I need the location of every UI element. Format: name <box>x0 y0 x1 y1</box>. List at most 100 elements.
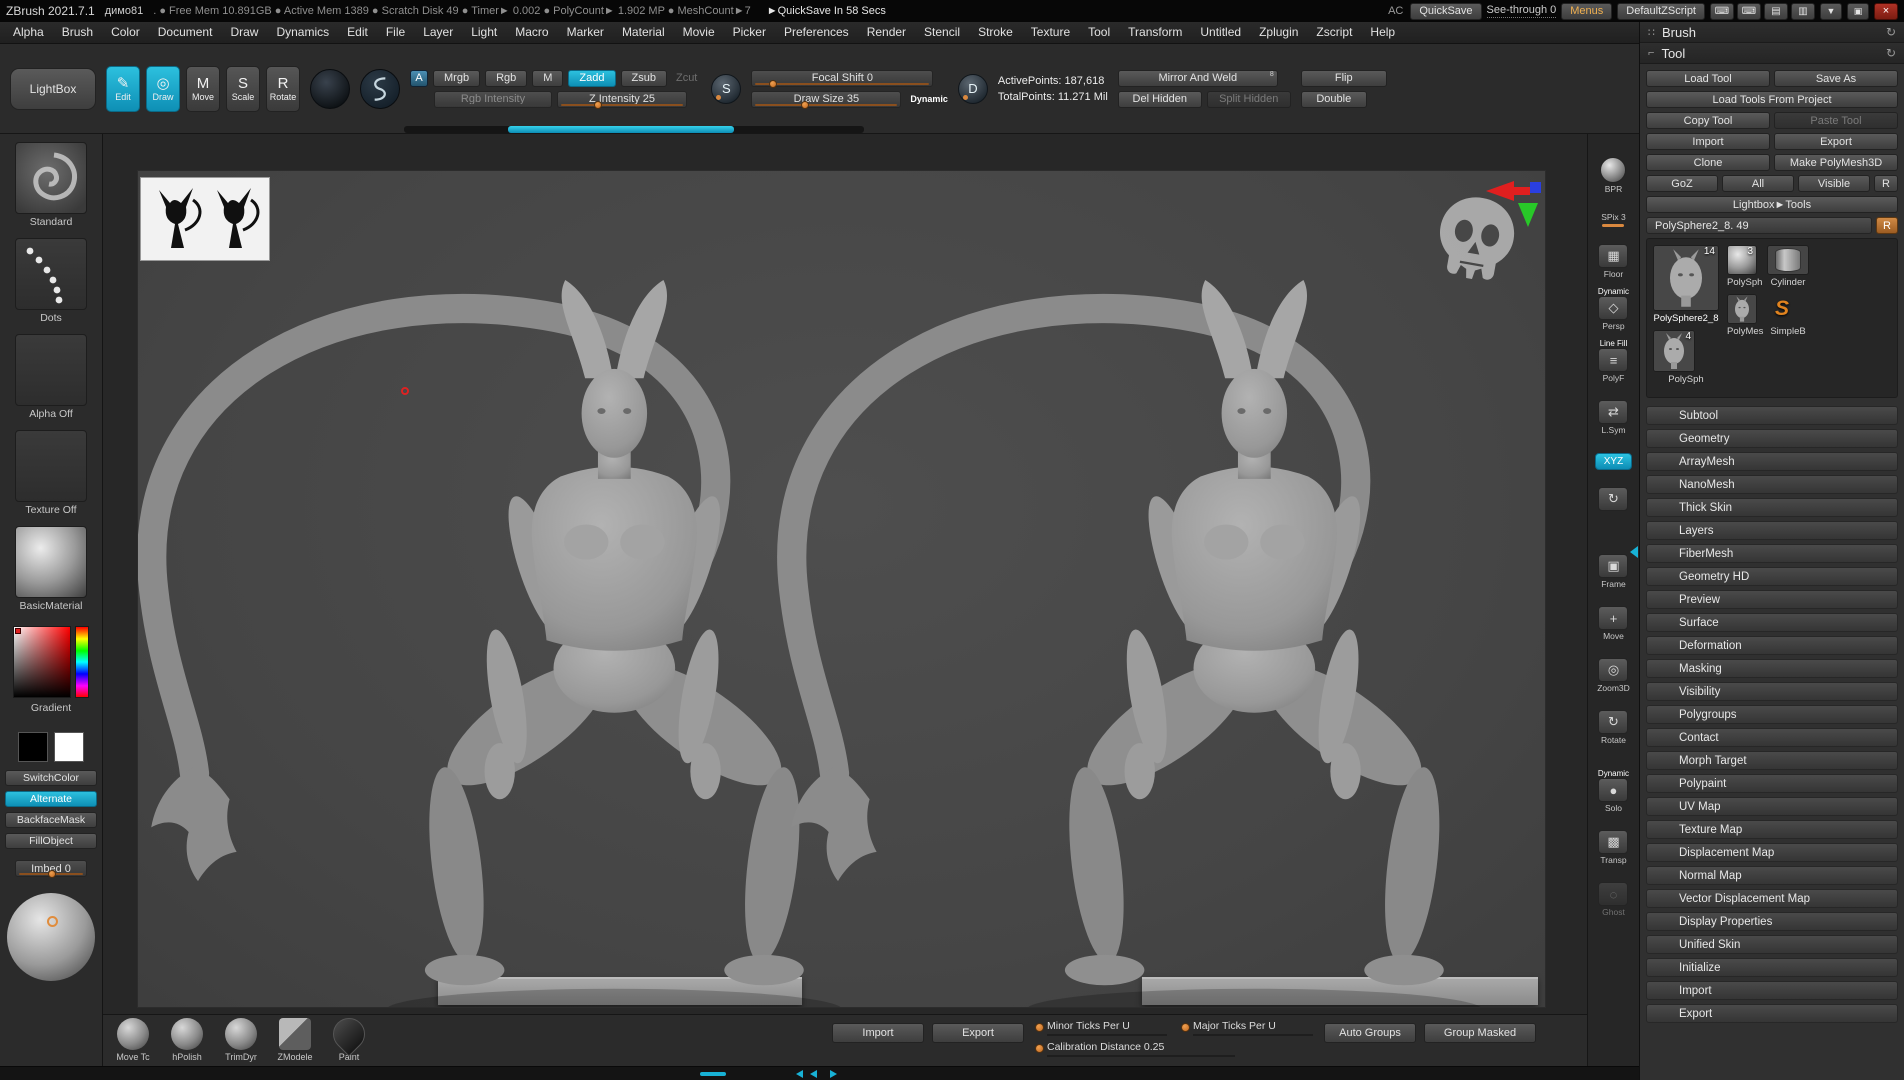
menu-item[interactable]: Light <box>462 22 506 43</box>
minor-ticks-slider[interactable]: Minor Ticks Per U <box>1035 1019 1167 1037</box>
menu-item[interactable]: Draw <box>221 22 267 43</box>
menu-item[interactable]: Color <box>102 22 149 43</box>
color-picker[interactable] <box>13 626 89 698</box>
tray-divider-arrow[interactable] <box>1630 546 1638 558</box>
goz-s-icon[interactable]: S <box>1767 294 1797 324</box>
menu-item[interactable]: Preferences <box>775 22 858 43</box>
menu-item[interactable]: Tool <box>1079 22 1119 43</box>
menu-item[interactable]: Stencil <box>915 22 969 43</box>
calibration-distance-slider[interactable]: Calibration Distance 0.25 <box>1035 1040 1235 1058</box>
current-alpha-thumbnail[interactable] <box>15 334 87 406</box>
hue-bar[interactable] <box>75 626 89 698</box>
lightbox-tools-button[interactable]: Lightbox►Tools <box>1646 196 1898 213</box>
current-tool-r-button[interactable]: R <box>1876 217 1898 234</box>
import-tool-button[interactable]: Import <box>1646 133 1770 150</box>
tool-palette-header[interactable]: ⌐ Tool ↻ <box>1640 43 1904 64</box>
quick-brush-button[interactable]: Paint <box>326 1011 372 1062</box>
document[interactable] <box>137 170 1546 1008</box>
export-tool-button[interactable]: Export <box>1774 133 1898 150</box>
load-tool-button[interactable]: Load Tool <box>1646 70 1770 87</box>
z-intensity-slider[interactable]: Z Intensity 25 <box>557 90 687 109</box>
slider-handle[interactable] <box>48 870 57 878</box>
imbed-slider[interactable]: Imbed 0 <box>15 860 87 878</box>
switch-color-button[interactable]: SwitchColor <box>5 770 97 786</box>
main-color-swatch[interactable] <box>18 732 48 762</box>
orientation-gizmo[interactable] <box>1484 175 1542 231</box>
current-tool-name[interactable]: PolySphere2_8. 49 <box>1646 217 1872 234</box>
current-stroke-thumbnail[interactable] <box>15 238 87 310</box>
tool-section-header[interactable]: Masking <box>1646 659 1898 678</box>
slider-handle[interactable] <box>801 100 810 109</box>
current-texture-thumbnail[interactable] <box>15 430 87 502</box>
menu-item[interactable]: Untitled <box>1191 22 1250 43</box>
right-shelf-button[interactable]: Dynamic ◇ Persp <box>1598 287 1629 331</box>
transform-mode-button[interactable]: ◎ Draw <box>146 65 180 112</box>
right-shelf-button[interactable]: XYZ <box>1594 443 1633 470</box>
auto-groups-button[interactable]: Auto Groups <box>1324 1023 1416 1043</box>
menu-item[interactable]: Brush <box>53 22 102 43</box>
tool-section-header[interactable]: Morph Target <box>1646 751 1898 770</box>
quick-brush-button[interactable]: ZModele <box>273 1018 317 1062</box>
focal-shift-slider[interactable]: Focal Shift 0 <box>751 69 934 88</box>
current-material-thumbnail[interactable] <box>15 526 87 598</box>
tool-thumbnail-head[interactable] <box>1727 294 1757 324</box>
menu-item[interactable]: Help <box>1361 22 1404 43</box>
menu-item[interactable]: Macro <box>506 22 557 43</box>
slider-handle[interactable] <box>593 100 602 109</box>
menu-item[interactable]: Stroke <box>969 22 1022 43</box>
menu-item[interactable]: Movie <box>674 22 724 43</box>
tool-section-header[interactable]: Initialize <box>1646 958 1898 977</box>
right-shelf-button[interactable]: Line Fill ≡ PolyF <box>1598 339 1629 383</box>
fill-object-button[interactable]: FillObject <box>5 833 97 849</box>
menu-item[interactable]: Transform <box>1119 22 1191 43</box>
palette-cycle-icon[interactable]: ↻ <box>1886 46 1896 60</box>
transform-mode-button[interactable]: M Move <box>186 65 220 112</box>
minimize-button[interactable]: ▼ <box>1820 2 1842 20</box>
sculptris-pro-toggle[interactable]: S <box>711 73 742 104</box>
copy-tool-button[interactable]: Copy Tool <box>1646 112 1770 129</box>
quick-brush-button[interactable]: hPolish <box>165 1018 209 1062</box>
del-hidden-button[interactable]: Del Hidden <box>1117 90 1202 108</box>
zcut-button[interactable]: Zcut <box>672 72 701 84</box>
menu-item[interactable]: Layer <box>414 22 462 43</box>
tool-section-header[interactable]: Display Properties <box>1646 912 1898 931</box>
alpha-badge[interactable]: A <box>410 69 428 87</box>
tool-thumbnail-cylinder[interactable] <box>1767 245 1809 275</box>
make-polymesh3d-button[interactable]: Make PolyMesh3D <box>1774 154 1898 171</box>
scrollbar-thumb[interactable] <box>508 126 734 133</box>
document-import-button[interactable]: Import <box>832 1023 924 1043</box>
right-shelf-button[interactable]: BPR <box>1600 148 1627 194</box>
right-shelf-button[interactable]: ◎ Zoom3D <box>1597 649 1630 693</box>
flip-button[interactable]: Flip <box>1300 69 1387 87</box>
close-button[interactable]: × <box>1874 2 1898 20</box>
tool-section-header[interactable]: Surface <box>1646 613 1898 632</box>
tool-section-header[interactable]: UV Map <box>1646 797 1898 816</box>
paste-tool-button[interactable]: Paste Tool <box>1774 112 1898 129</box>
dynamic-subdiv-toggle[interactable]: D <box>957 73 988 104</box>
dynamic-draw-size-toggle[interactable]: Dynamic <box>910 94 948 104</box>
tool-thumbnail-sphere[interactable]: 3 <box>1727 245 1757 275</box>
tool-section-header[interactable]: Preview <box>1646 590 1898 609</box>
group-masked-button[interactable]: Group Masked <box>1424 1023 1536 1043</box>
tool-section-header[interactable]: Geometry HD <box>1646 567 1898 586</box>
menu-item[interactable]: File <box>377 22 414 43</box>
tool-section-header[interactable]: Visibility <box>1646 682 1898 701</box>
menu-item[interactable]: Alpha <box>4 22 53 43</box>
tool-section-header[interactable]: Subtool <box>1646 406 1898 425</box>
tool-thumbnail[interactable]: 4 <box>1653 330 1695 372</box>
footer-scroll-bar[interactable] <box>700 1072 726 1076</box>
menu-item[interactable]: Marker <box>558 22 613 43</box>
load-tools-from-project-button[interactable]: Load Tools From Project <box>1646 91 1898 108</box>
default-zscript-button[interactable]: DefaultZScript <box>1617 2 1705 20</box>
tool-section-header[interactable]: Deformation <box>1646 636 1898 655</box>
menu-item[interactable]: Render <box>858 22 915 43</box>
zadd-button[interactable]: Zadd <box>568 69 616 87</box>
tool-section-header[interactable]: Layers <box>1646 521 1898 540</box>
right-shelf-button[interactable]: ⇄ L.Sym <box>1598 391 1629 435</box>
brush-palette-header[interactable]: ∷ Brush ↻ <box>1640 22 1904 43</box>
menu-item[interactable]: Zplugin <box>1250 22 1307 43</box>
right-shelf-button[interactable]: ▦ Floor <box>1598 235 1629 279</box>
material-preview-sphere[interactable] <box>7 893 95 981</box>
current-brush-thumbnail[interactable] <box>15 142 87 214</box>
tool-section-header[interactable]: Vector Displacement Map <box>1646 889 1898 908</box>
